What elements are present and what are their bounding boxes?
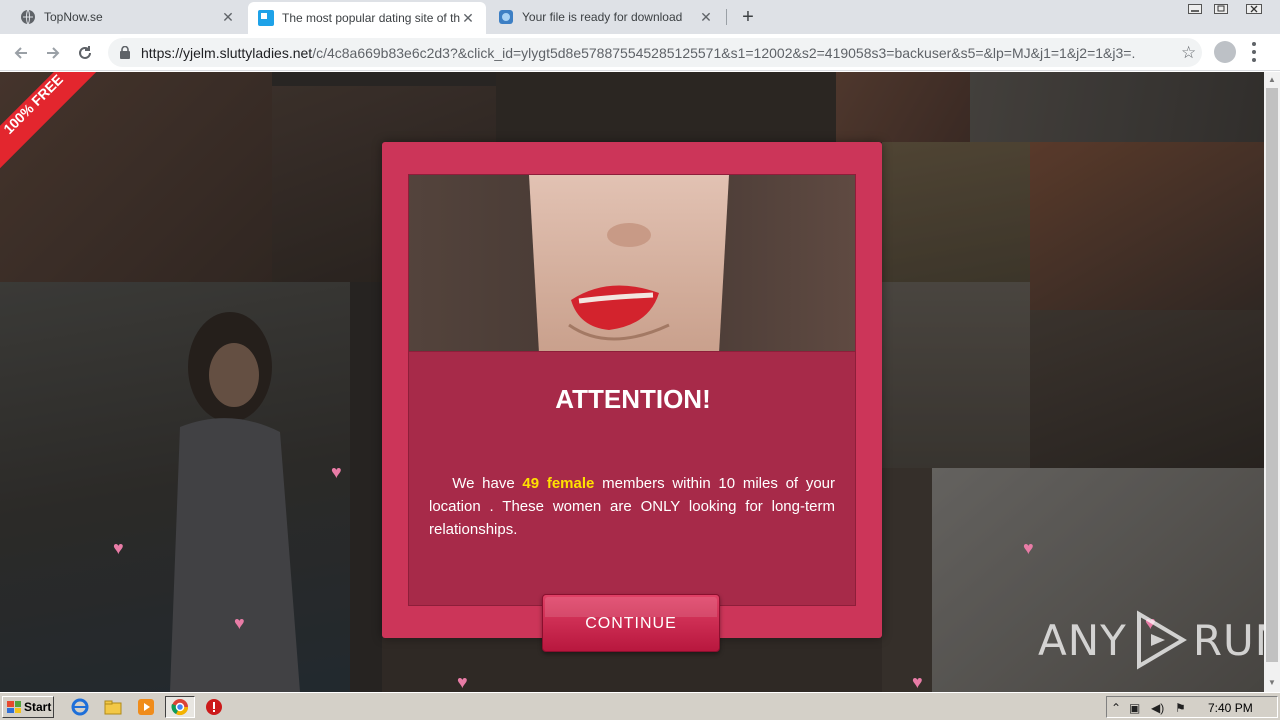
globe-icon: [20, 9, 36, 25]
close-window-button[interactable]: [1234, 0, 1274, 18]
message-text-before: We have: [452, 475, 523, 492]
scrollbar-thumb[interactable]: [1266, 88, 1278, 662]
browser-menu-icon[interactable]: [1252, 42, 1256, 62]
address-bar[interactable]: https://yjelm.sluttyladies.net/c/4c8a669…: [108, 38, 1202, 67]
tab-topnow[interactable]: TopNow.se ✕: [10, 0, 246, 34]
reload-button[interactable]: [72, 40, 98, 66]
attention-modal: ATTENTION! We have 49 female members wit…: [382, 142, 882, 652]
continue-button-label: CONTINUE: [585, 615, 677, 632]
page-favicon-icon: [498, 9, 514, 25]
tab-strip: TopNow.se ✕ The most popular dating site…: [0, 0, 1280, 34]
url-text: https://yjelm.sluttyladies.net/c/4c8a669…: [141, 45, 1136, 61]
clock: 7:40 PM: [1208, 701, 1253, 715]
back-button[interactable]: [8, 40, 34, 66]
action-center-flag-icon[interactable]: ⚑: [1175, 701, 1186, 715]
tab-dating-site[interactable]: The most popular dating site of this r ✕: [248, 2, 486, 34]
close-tab-icon[interactable]: ✕: [698, 9, 714, 25]
heart-icon: ♥: [331, 462, 342, 482]
member-count-highlight: 49 female: [522, 475, 595, 492]
anyrun-watermark: ANY RUN: [1038, 610, 1264, 670]
page-viewport: 100% FREE ♥ ♥ ♥ ♥ ♥ ♥ ♥ ATTENTION! We ha…: [0, 72, 1264, 692]
modal-message: We have 49 female members within 10 mile…: [429, 472, 835, 541]
modal-title: ATTENTION!: [555, 384, 711, 414]
watermark-right-text: RUN: [1192, 615, 1264, 665]
heart-icon: ♥: [1023, 538, 1034, 558]
url-host: https://yjelm.sluttyladies.net: [141, 45, 313, 61]
arrow-right-icon: [47, 47, 60, 59]
start-button[interactable]: Start: [2, 696, 54, 718]
tab-file-ready[interactable]: Your file is ready for download ✕: [488, 0, 724, 34]
scroll-down-icon[interactable]: ▼: [1268, 678, 1276, 687]
scroll-up-icon[interactable]: ▲: [1268, 75, 1276, 84]
arrow-left-icon: [14, 47, 27, 59]
browser-toolbar: https://yjelm.sluttyladies.net/c/4c8a669…: [0, 34, 1280, 71]
minimize-button[interactable]: [1182, 0, 1208, 18]
continue-button[interactable]: CONTINUE: [542, 594, 720, 652]
bookmark-star-icon[interactable]: ☆: [1181, 43, 1196, 63]
tab-title: The most popular dating site of this r: [282, 11, 460, 25]
start-label: Start: [24, 700, 52, 714]
heart-icon: ♥: [234, 613, 245, 633]
restore-button[interactable]: [1208, 0, 1234, 18]
new-tab-button[interactable]: +: [736, 5, 760, 29]
network-icon[interactable]: ▣: [1129, 701, 1140, 715]
system-tray: ⌃ ▣ ◀) ⚑ 7:40 PM: [1106, 696, 1278, 718]
chrome-icon: [171, 699, 189, 716]
tab-title: TopNow.se: [44, 10, 103, 24]
url-path: /c/4c8a669b83e6c2d3?&click_id=ylygt5d8e5…: [312, 45, 1136, 61]
heart-icon: ♥: [113, 538, 124, 558]
heart-icon: ♥: [912, 672, 923, 692]
site-favicon-icon: [258, 10, 274, 26]
heart-icon: ♥: [457, 672, 468, 692]
lock-icon: [120, 46, 130, 59]
folder-icon[interactable]: [104, 698, 122, 716]
internet-explorer-icon[interactable]: [71, 698, 89, 716]
media-player-icon[interactable]: [137, 698, 155, 716]
forward-button[interactable]: [40, 40, 66, 66]
watermark-left-text: ANY: [1038, 615, 1127, 665]
close-tab-icon[interactable]: ✕: [220, 9, 236, 25]
play-logo-icon: [1136, 610, 1187, 670]
tab-separator: [726, 9, 727, 25]
close-tab-icon[interactable]: ✕: [460, 10, 476, 26]
taskbar: Start ⌃ ▣ ◀) ⚑ 7:40 PM: [0, 692, 1280, 720]
chrome-taskbar-button[interactable]: [165, 696, 195, 718]
stop-sign-icon[interactable]: [205, 698, 223, 716]
volume-icon[interactable]: ◀): [1151, 701, 1164, 715]
reload-icon: [79, 46, 91, 59]
modal-photo: [408, 174, 856, 352]
vertical-scrollbar[interactable]: ▲ ▼: [1264, 72, 1280, 692]
profile-avatar-icon[interactable]: [1214, 41, 1236, 63]
windows-logo-icon: [7, 701, 21, 713]
tab-title: Your file is ready for download: [522, 10, 683, 24]
modal-body: ATTENTION! We have 49 female members wit…: [408, 352, 856, 606]
tray-expand-icon[interactable]: ⌃: [1111, 701, 1121, 715]
